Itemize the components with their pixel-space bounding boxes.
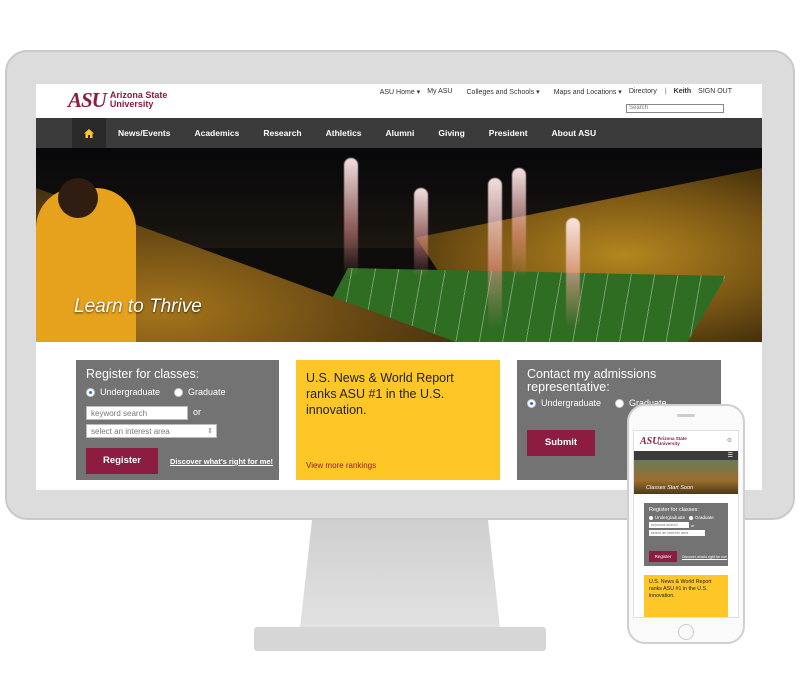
- mobile-register-card: Register for classes: Undergraduate Grad…: [644, 503, 728, 566]
- contact-title: Contact my admissions representative:: [527, 367, 657, 394]
- search-input[interactable]: Search: [626, 104, 724, 113]
- nav-athletics[interactable]: Athletics: [314, 118, 374, 148]
- home-icon[interactable]: [72, 118, 106, 148]
- nav-news-events[interactable]: News/Events: [106, 118, 182, 148]
- register-card: Register for classes: Undergraduate Grad…: [76, 360, 279, 480]
- select-arrows-icon: ⇕: [207, 428, 213, 435]
- mobile-nav-bar: ☰: [634, 451, 738, 460]
- phone-home-button: [678, 624, 694, 640]
- radio-undergraduate[interactable]: Undergraduate: [86, 387, 160, 397]
- submit-button[interactable]: Submit: [527, 430, 595, 456]
- firework: [488, 178, 502, 328]
- contact-radio-undergraduate[interactable]: Undergraduate: [527, 398, 601, 408]
- monitor-base: [254, 627, 546, 651]
- radio-empty-icon[interactable]: [689, 515, 694, 520]
- util-separator: |: [664, 88, 667, 95]
- news-card: U.S. News & World Report ranks ASU #1 in…: [296, 360, 500, 480]
- nav-alumni[interactable]: Alumni: [374, 118, 427, 148]
- util-link-asu-home[interactable]: ASU Home ▾: [373, 88, 420, 96]
- util-link-colleges[interactable]: Colleges and Schools ▾: [460, 88, 540, 96]
- mobile-register-button[interactable]: Register: [649, 551, 677, 562]
- main-nav: News/Events Academics Research Athletics…: [36, 118, 762, 148]
- view-rankings-link[interactable]: View more rankings: [306, 461, 376, 470]
- util-link-directory[interactable]: Directory: [629, 88, 657, 96]
- mobile-news-card[interactable]: U.S. News & World Report ranks ASU #1 in…: [644, 575, 728, 617]
- nav-academics[interactable]: Academics: [182, 118, 251, 148]
- utility-nav: ASU Home ▾ My ASU Colleges and Schools ▾…: [366, 88, 732, 96]
- firework: [512, 168, 526, 278]
- mobile-interest-select[interactable]: select an interest area: [649, 530, 705, 536]
- phone-speaker: [677, 414, 695, 417]
- nav-president[interactable]: President: [477, 118, 540, 148]
- interest-area-select[interactable]: select an interest area ⇕: [86, 424, 217, 438]
- mobile-hero: Classes Start Soon: [634, 460, 738, 494]
- news-headline[interactable]: U.S. News & World Report ranks ASU #1 in…: [306, 370, 481, 418]
- nav-giving[interactable]: Giving: [426, 118, 476, 148]
- mobile-header: ASU Arizona State University ⚙: [634, 431, 738, 451]
- mobile-logo-mark[interactable]: ASU: [640, 436, 659, 447]
- phone-mockup: ASU Arizona State University ⚙ ☰ Classes…: [627, 404, 745, 644]
- firework: [566, 218, 580, 328]
- radio-selected-icon: [527, 398, 536, 408]
- radio-empty-icon: [174, 387, 183, 397]
- monitor-neck: [300, 520, 500, 628]
- mobile-logo-name: Arizona State University: [658, 436, 687, 446]
- or-label: or: [193, 407, 202, 417]
- site-header: ASU Arizona State University ASU Home ▾ …: [36, 84, 762, 118]
- radio-empty-icon: [615, 398, 624, 408]
- util-link-maps[interactable]: Maps and Locations ▾: [547, 88, 622, 96]
- util-link-my-asu[interactable]: My ASU: [427, 88, 452, 96]
- mobile-discover-link[interactable]: Discover what's right for me!: [682, 555, 727, 559]
- nav-about-asu[interactable]: About ASU: [540, 118, 609, 148]
- radio-selected-icon: [86, 387, 95, 397]
- hero-banner: Learn to Thrive: [36, 148, 762, 342]
- sign-out-link[interactable]: SIGN OUT: [698, 88, 732, 96]
- device-mockup-stage: ASU Arizona State University ASU Home ▾ …: [0, 0, 800, 700]
- mobile-website: ASU Arizona State University ⚙ ☰ Classes…: [633, 430, 739, 618]
- discover-link[interactable]: Discover what's right for me!: [170, 457, 273, 466]
- mobile-keyword-input[interactable]: keyword search: [649, 522, 689, 528]
- logo-mark: ASU: [68, 88, 107, 112]
- firework: [344, 158, 358, 278]
- radio-graduate[interactable]: Graduate: [174, 387, 226, 397]
- register-button[interactable]: Register: [86, 448, 158, 474]
- menu-icon[interactable]: ☰: [728, 452, 733, 459]
- gear-icon[interactable]: ⚙: [727, 437, 732, 444]
- mobile-or-label: or: [691, 522, 695, 528]
- keyword-search-input[interactable]: keyword search: [86, 406, 188, 420]
- radio-selected-icon[interactable]: [649, 515, 653, 520]
- mobile-hero-caption: Classes Start Soon: [646, 485, 694, 491]
- hero-caption: Learn to Thrive: [74, 296, 202, 317]
- nav-research[interactable]: Research: [251, 118, 313, 148]
- user-name[interactable]: Keith: [674, 88, 692, 96]
- mobile-register-title: Register for classes:: [649, 507, 699, 513]
- asu-logo[interactable]: ASU Arizona State University: [68, 88, 168, 112]
- firework: [414, 188, 428, 278]
- logo-name: Arizona State University: [109, 90, 168, 109]
- register-title: Register for classes:: [86, 367, 200, 381]
